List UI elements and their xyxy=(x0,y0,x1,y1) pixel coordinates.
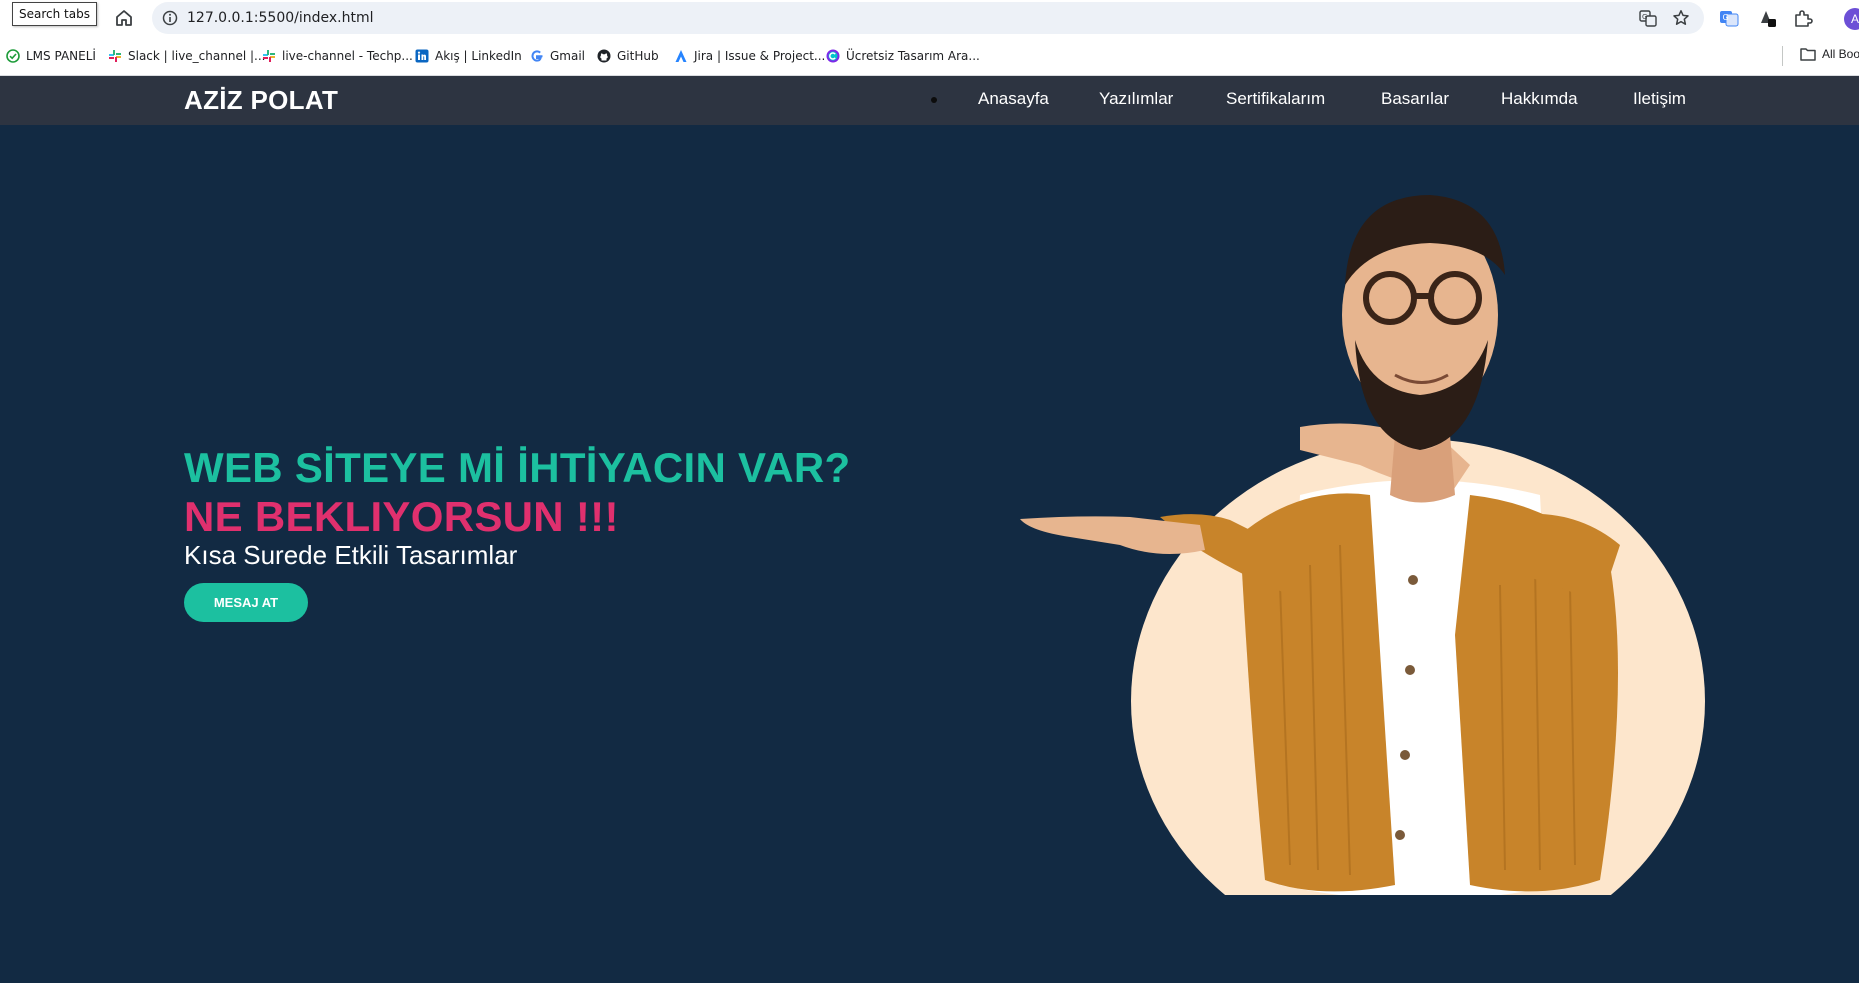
extensions-puzzle-icon[interactable] xyxy=(1793,8,1813,28)
hero-subtitle: Kısa Surede Etkili Tasarımlar xyxy=(184,540,518,570)
bookmark-github[interactable]: GitHub xyxy=(597,47,659,65)
check-circle-icon xyxy=(6,49,20,63)
bookmarks-separator xyxy=(1782,46,1783,66)
nav-link-anasayfa[interactable]: Anasayfa xyxy=(978,89,1049,109)
nav-link-hakkimda[interactable]: Hakkımda xyxy=(1501,89,1578,109)
bookmark-label: GitHub xyxy=(617,49,659,63)
bookmark-lms-panel[interactable]: LMS PANELİ xyxy=(6,47,96,65)
slack-icon xyxy=(263,50,275,62)
profile-avatar[interactable]: A xyxy=(1844,8,1859,30)
svg-text:G: G xyxy=(1642,13,1647,21)
browser-toolbar: Search tabs 127.0.0.1:5500/index.html G … xyxy=(0,0,1859,37)
bookmark-gmail[interactable]: Gmail xyxy=(530,47,585,65)
bookmark-label: Slack | live_channel |... xyxy=(128,49,266,63)
bookmark-label: live-channel - Techp... xyxy=(282,49,413,63)
linkedin-icon xyxy=(415,49,429,63)
bookmark-label: LMS PANELİ xyxy=(26,49,96,63)
bookmark-linkedin[interactable]: Akış | LinkedIn xyxy=(415,47,522,65)
bookmark-jira[interactable]: Jira | Issue & Project... xyxy=(674,47,825,65)
site-logo[interactable]: AZİZ POLAT xyxy=(184,85,338,116)
svg-text:G: G xyxy=(1723,13,1729,22)
canva-icon xyxy=(826,49,840,63)
google-translate-extension-icon[interactable]: G xyxy=(1719,8,1739,28)
nav-link-sertifikalarim[interactable]: Sertifikalarım xyxy=(1226,89,1325,109)
tooltip: Search tabs xyxy=(12,2,97,26)
github-icon xyxy=(597,49,611,63)
bookmark-slack-techp[interactable]: live-channel - Techp... xyxy=(262,47,413,65)
bookmark-label: Ücretsiz Tasarım Ara... xyxy=(846,49,980,63)
site-navbar: AZİZ POLAT Anasayfa Yazılımlar Sertifika… xyxy=(0,76,1859,125)
address-bar[interactable]: 127.0.0.1:5500/index.html G xyxy=(152,2,1704,34)
nav-link-iletisim[interactable]: Iletişim xyxy=(1633,89,1686,109)
list-bullet xyxy=(931,97,937,103)
bookmark-label: Gmail xyxy=(550,49,586,63)
message-button[interactable]: MESAJ AT xyxy=(184,583,308,622)
all-bookmarks-label: All Boo xyxy=(1822,47,1859,61)
all-bookmarks-button[interactable]: All Boo xyxy=(1800,47,1859,61)
bookmark-label: Jira | Issue & Project... xyxy=(694,49,826,63)
translate-icon[interactable]: G xyxy=(1639,9,1657,27)
nav-link-basarilar[interactable]: Basarılar xyxy=(1381,89,1449,109)
url-text: 127.0.0.1:5500/index.html xyxy=(187,10,374,26)
home-button[interactable] xyxy=(112,6,136,30)
slack-icon xyxy=(109,50,121,62)
bookmark-canva[interactable]: Ücretsiz Tasarım Ara... xyxy=(826,47,980,65)
jira-icon xyxy=(675,50,687,62)
nav-link-yazilimlar[interactable]: Yazılımlar xyxy=(1099,89,1173,109)
extension-icon[interactable] xyxy=(1757,8,1777,28)
hero-title-highlight: NE BEKLIYORSUN !!! xyxy=(184,493,619,540)
hero-portrait-image xyxy=(1020,195,1705,895)
folder-icon xyxy=(1800,48,1816,61)
bookmark-star-icon[interactable] xyxy=(1672,9,1690,27)
bookmark-label: Akış | LinkedIn xyxy=(435,49,522,63)
bookmarks-bar: LMS PANELİ Slack | live_channel |... liv… xyxy=(0,37,1859,76)
hero-title: WEB SİTEYE Mİ İHTİYACIN VAR? xyxy=(184,444,851,491)
google-icon xyxy=(531,50,543,62)
site-info-icon[interactable] xyxy=(162,10,178,26)
bookmark-slack-live-channel[interactable]: Slack | live_channel |... xyxy=(108,47,265,65)
home-icon xyxy=(116,10,132,26)
